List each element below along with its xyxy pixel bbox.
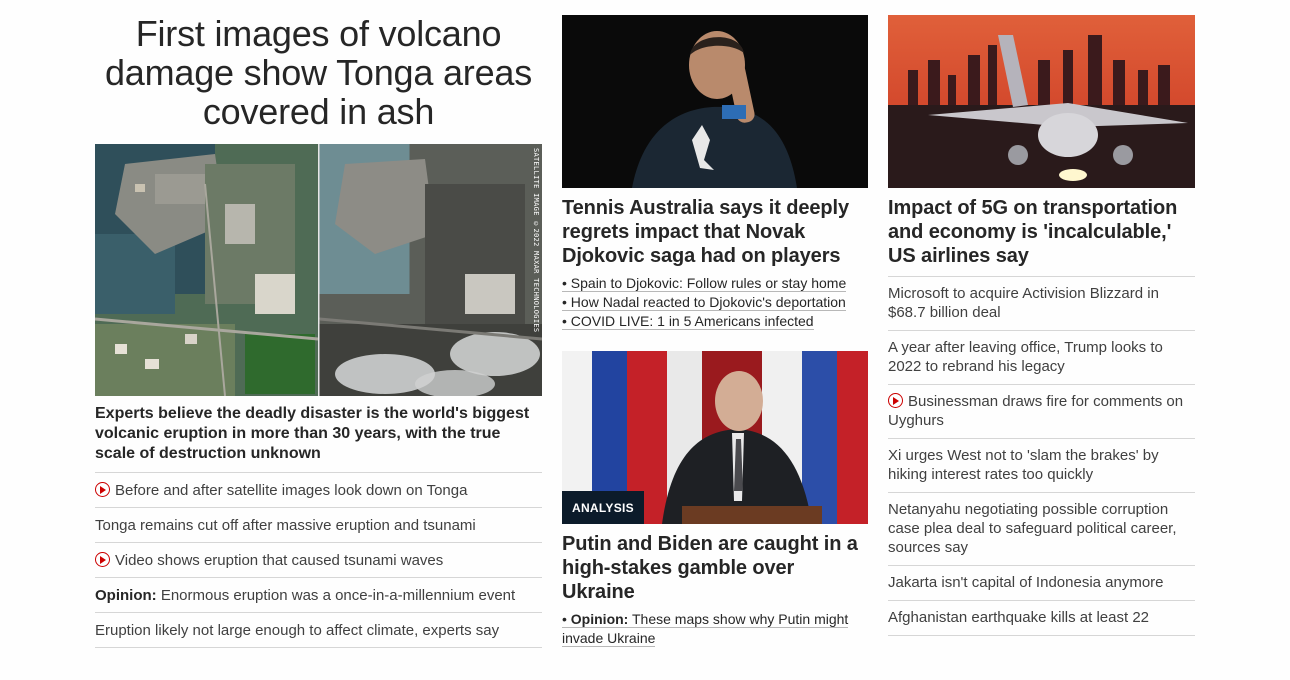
putin-related-links: • Opinion: These maps show why Putin mig… <box>562 610 868 648</box>
list-item[interactable]: Tonga remains cut off after massive erup… <box>95 508 542 543</box>
5g-headline[interactable]: Impact of 5G on transportation and econo… <box>888 196 1195 268</box>
list-item[interactable]: • COVID LIVE: 1 in 5 Americans infected <box>562 312 868 331</box>
opinion-label: Opinion: <box>95 587 157 604</box>
list-item[interactable]: • How Nadal reacted to Djokovic's deport… <box>562 293 868 312</box>
putin-image[interactable]: ANALYSIS <box>562 351 868 524</box>
list-item[interactable]: Afghanistan earthquake kills at least 22 <box>888 601 1195 636</box>
list-item[interactable]: • Opinion: These maps show why Putin mig… <box>562 610 868 648</box>
lead-headline[interactable]: First images of volcano damage show Tong… <box>95 14 542 131</box>
airplane-image[interactable] <box>888 15 1195 188</box>
list-item[interactable]: Netanyahu negotiating possible corruptio… <box>888 493 1195 566</box>
list-item[interactable]: Businessman draws fire for comments on U… <box>888 385 1195 439</box>
list-item[interactable]: Video shows eruption that caused tsunami… <box>95 543 542 578</box>
djokovic-image[interactable] <box>562 15 868 188</box>
list-item[interactable]: • Spain to Djokovic: Follow rules or sta… <box>562 274 868 293</box>
analysis-badge: ANALYSIS <box>562 491 644 524</box>
right-column: Impact of 5G on transportation and econo… <box>888 0 1195 636</box>
play-icon <box>888 393 903 408</box>
play-icon <box>95 482 110 497</box>
djokovic-related-links: • Spain to Djokovic: Follow rules or sta… <box>562 274 868 331</box>
lead-story-column: First images of volcano damage show Tong… <box>95 0 542 648</box>
lead-related-links: Before and after satellite images look d… <box>95 473 542 648</box>
list-item[interactable]: Before and after satellite images look d… <box>95 473 542 508</box>
list-item[interactable]: Jakarta isn't capital of Indonesia anymo… <box>888 566 1195 601</box>
right-links: Microsoft to acquire Activision Blizzard… <box>888 276 1195 636</box>
putin-headline[interactable]: Putin and Biden are caught in a high-sta… <box>562 532 868 604</box>
list-item[interactable]: A year after leaving office, Trump looks… <box>888 331 1195 385</box>
image-credit: SATELLITE IMAGE ©2022 MAXAR TECHNOLOGIES <box>532 148 540 333</box>
djokovic-headline[interactable]: Tennis Australia says it deeply regrets … <box>562 196 868 268</box>
list-item[interactable]: Microsoft to acquire Activision Blizzard… <box>888 277 1195 331</box>
play-icon <box>95 552 110 567</box>
lead-subheadline[interactable]: Experts believe the deadly disaster is t… <box>95 404 542 473</box>
middle-column: Tennis Australia says it deeply regrets … <box>562 0 868 648</box>
list-item[interactable]: Xi urges West not to 'slam the brakes' b… <box>888 439 1195 493</box>
opinion-label: Opinion: <box>570 611 629 627</box>
list-item[interactable]: Opinion: Enormous eruption was a once-in… <box>95 578 542 613</box>
list-item[interactable]: Eruption likely not large enough to affe… <box>95 613 542 648</box>
tonga-satellite-image[interactable]: SATELLITE IMAGE ©2022 MAXAR TECHNOLOGIES <box>95 144 542 396</box>
